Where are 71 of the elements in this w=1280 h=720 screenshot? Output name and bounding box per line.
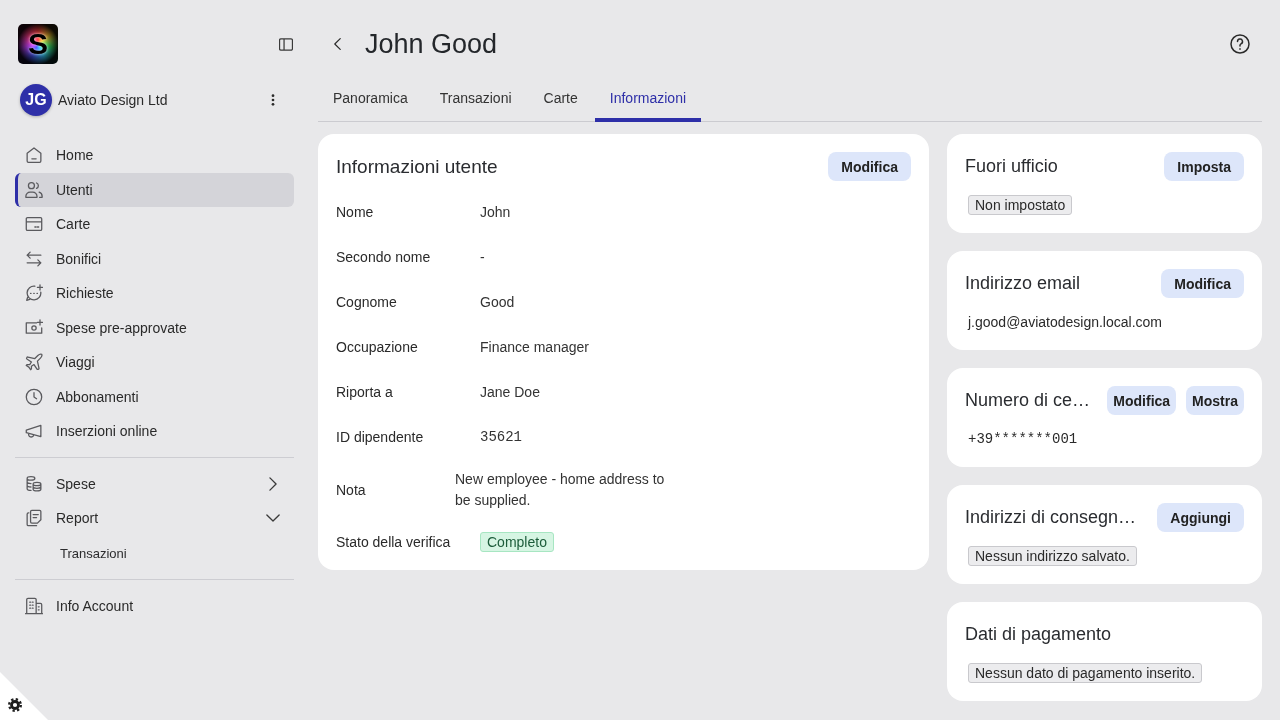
app-logo[interactable]: S: [18, 24, 58, 64]
organization-name[interactable]: Aviato Design Ltd: [58, 92, 168, 108]
field-label: Riporta a: [336, 384, 393, 400]
users-icon: [25, 180, 43, 199]
field-label: Secondo nome: [336, 249, 431, 265]
nav-item[interactable]: Spese pre-approvate: [15, 310, 294, 345]
field-value: New employee - home address to be supplied.: [455, 469, 666, 510]
gear-icon: [8, 698, 22, 712]
nav-item[interactable]: Richieste: [15, 276, 294, 311]
field-label: Occupazione: [336, 339, 418, 355]
nav-item[interactable]: Spese: [15, 466, 294, 501]
nav-subitem[interactable]: Transazioni: [15, 535, 294, 571]
empty-state-tag: Nessun dato di pagamento inserito.: [968, 663, 1203, 683]
field-value: John: [480, 204, 511, 220]
empty-state-tag: Non impostato: [968, 195, 1073, 215]
card-title: Indirizzo email: [965, 273, 1081, 294]
arrows-icon: [25, 249, 43, 268]
building-icon: [25, 596, 43, 615]
empty-state-tag: Nessun indirizzo salvato.: [968, 546, 1137, 566]
card-title: Indirizzi di consegn…: [965, 507, 1137, 528]
field-value: 35621: [480, 429, 522, 445]
nav-item[interactable]: Carte: [15, 207, 294, 242]
tab[interactable]: Panoramica: [318, 78, 423, 122]
coin-stack-icon: [25, 474, 43, 493]
panel-icon[interactable]: [279, 37, 293, 51]
field-label: Stato della verifica: [336, 534, 451, 550]
field-value: Good: [480, 294, 515, 310]
back-icon[interactable]: [334, 38, 341, 50]
nav-item[interactable]: Utenti: [15, 172, 294, 207]
tab[interactable]: Carte: [528, 78, 593, 122]
page-title: John Good: [365, 28, 498, 60]
field-label: ID dipendente: [336, 429, 424, 445]
field-label: Nome: [336, 204, 374, 220]
nav-item[interactable]: Info Account: [15, 588, 294, 623]
action-button[interactable]: Mostra: [1186, 386, 1244, 415]
action-button[interactable]: Aggiungi: [1157, 503, 1244, 532]
card-title: Fuori ufficio: [965, 156, 1058, 177]
home-icon: [25, 146, 43, 165]
banknote-icon: [25, 318, 43, 337]
megaphone-icon: [25, 422, 43, 441]
nav-item[interactable]: Bonifici: [15, 241, 294, 276]
field-value: Finance manager: [480, 339, 589, 355]
nav-item[interactable]: Report: [15, 501, 294, 536]
field-label: Nota: [336, 481, 366, 498]
status-badge: Completo: [480, 532, 554, 552]
nav-item[interactable]: Home: [15, 138, 294, 173]
action-button[interactable]: Modifica: [1161, 269, 1244, 298]
chat-plus-icon: [25, 284, 43, 303]
tab[interactable]: Transazioni: [424, 78, 527, 122]
field-value: -: [480, 249, 485, 265]
card-title: Informazioni utente: [336, 155, 498, 178]
edit-button[interactable]: Modifica: [828, 152, 911, 181]
field-label: Cognome: [336, 294, 397, 310]
more-icon[interactable]: [271, 94, 275, 106]
card-value: j.good@aviatodesign.local.com: [968, 314, 1162, 330]
card-title: Dati di pagamento: [965, 624, 1112, 645]
nav-item[interactable]: Abbonamenti: [15, 379, 294, 414]
initials-avatar: JG: [20, 84, 52, 116]
card-value: +39*******001: [968, 431, 1078, 447]
clock-icon: [25, 387, 43, 406]
field-value: Jane Doe: [480, 384, 540, 400]
nav-item[interactable]: Viaggi: [15, 345, 294, 380]
nav-item[interactable]: Inserzioni online: [15, 414, 294, 449]
help-icon[interactable]: [1230, 34, 1250, 54]
card-title: Numero di ce…: [965, 390, 1091, 411]
document-icon: [25, 509, 43, 528]
action-button[interactable]: Modifica: [1107, 386, 1177, 415]
tab[interactable]: Informazioni: [594, 78, 702, 122]
plane-icon: [25, 353, 43, 372]
card-icon: [25, 215, 43, 234]
action-button[interactable]: Imposta: [1164, 152, 1244, 181]
